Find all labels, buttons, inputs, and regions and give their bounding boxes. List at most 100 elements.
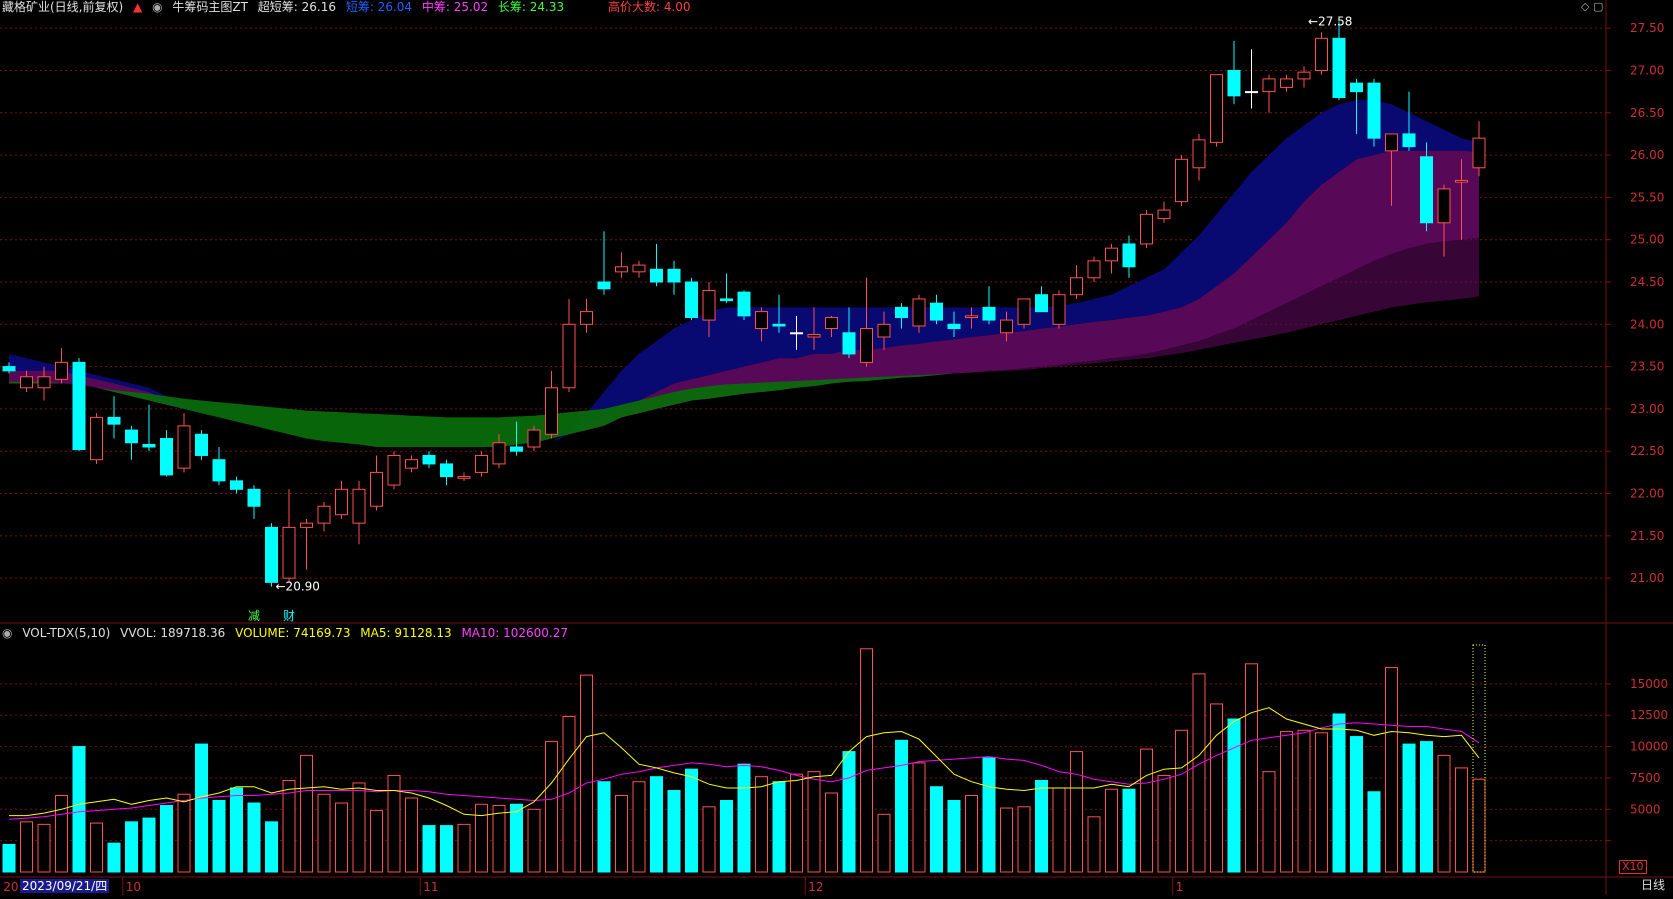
candle bbox=[1297, 66, 1311, 88]
candle bbox=[300, 518, 313, 570]
candle bbox=[475, 451, 488, 477]
volume-bar bbox=[702, 806, 716, 873]
candle-body bbox=[1472, 137, 1486, 169]
candle bbox=[1227, 40, 1241, 105]
volume-bar bbox=[1157, 774, 1171, 873]
collapse-icon[interactable]: ◉ bbox=[2, 626, 12, 640]
candle bbox=[1017, 298, 1031, 329]
candle-body bbox=[807, 333, 821, 338]
volume-bar bbox=[632, 781, 646, 873]
volume-bar bbox=[597, 781, 611, 873]
candle-body bbox=[1297, 71, 1311, 80]
candle bbox=[1035, 286, 1048, 313]
price-tick-label: 27.00 bbox=[1630, 63, 1664, 77]
candle-body bbox=[20, 376, 33, 389]
candle-body bbox=[142, 443, 156, 448]
candle-body bbox=[1210, 74, 1223, 143]
price-tick-label: 26.00 bbox=[1630, 148, 1664, 162]
candle-body bbox=[1192, 139, 1206, 169]
candle-body bbox=[1367, 82, 1381, 139]
candle bbox=[1157, 201, 1171, 223]
volume-bar bbox=[1332, 713, 1346, 873]
volume-bar bbox=[317, 793, 331, 873]
candle-body bbox=[895, 306, 908, 319]
candle bbox=[230, 476, 243, 494]
candle-body bbox=[422, 454, 436, 465]
volume-bar bbox=[212, 800, 226, 873]
candle-body bbox=[1105, 247, 1118, 262]
volume-bar bbox=[772, 781, 786, 873]
candle-body bbox=[317, 505, 331, 524]
volume-header: ◉ VOL-TDX(5,10) VVOL: 189718.36 VOLUME: … bbox=[2, 626, 568, 640]
indicator-name[interactable]: 牛筹码主图ZT bbox=[172, 0, 248, 14]
volume-bar bbox=[1245, 663, 1258, 873]
candle-body bbox=[177, 425, 191, 469]
x-axis-label: 10 bbox=[126, 880, 141, 894]
stock-name[interactable]: 藏格矿业(日线,前复权) bbox=[2, 0, 123, 14]
volume-tick-label: 15000 bbox=[1630, 677, 1668, 691]
volume-bar bbox=[1210, 703, 1223, 873]
volume-bar bbox=[1175, 729, 1188, 873]
volume-bar bbox=[247, 802, 261, 873]
long-value: 长筹: 24.33 bbox=[497, 0, 565, 14]
price-tick-label: 24.00 bbox=[1630, 317, 1664, 331]
candle-body bbox=[475, 454, 488, 473]
volume-bar bbox=[1297, 729, 1311, 873]
volume-bar bbox=[615, 795, 628, 873]
candle-body bbox=[160, 438, 173, 476]
candle-body bbox=[510, 446, 523, 452]
volume-bar bbox=[1472, 778, 1486, 873]
collapse-icon[interactable]: ◉ bbox=[152, 0, 162, 14]
volume-bar bbox=[492, 805, 506, 873]
volume-bar bbox=[1315, 732, 1328, 873]
volume-bar bbox=[160, 805, 173, 873]
volume-bar bbox=[1350, 736, 1363, 873]
candle-body bbox=[107, 416, 121, 425]
volume-bar bbox=[230, 787, 243, 873]
candle-body bbox=[1245, 91, 1258, 94]
candle-body bbox=[1070, 277, 1083, 296]
candle bbox=[195, 430, 208, 460]
volume-bar bbox=[1140, 748, 1153, 873]
candle-body bbox=[1402, 133, 1416, 148]
price-tick-label: 25.50 bbox=[1630, 190, 1664, 204]
candle bbox=[615, 252, 628, 278]
candle-body bbox=[282, 526, 296, 579]
candle-body bbox=[300, 522, 313, 528]
candle-body bbox=[562, 323, 576, 389]
candle bbox=[125, 425, 138, 460]
candle bbox=[387, 451, 401, 490]
candle bbox=[352, 480, 366, 545]
volume-bar bbox=[142, 817, 156, 873]
candle bbox=[1280, 74, 1293, 92]
chart-svg[interactable]: 21.00 21.50 22.00 22.50 23.00 23.50 24.00 24.50… bbox=[0, 0, 1673, 895]
candle-body bbox=[72, 361, 86, 451]
main-chart-header: 藏格矿业(日线,前复权) ▲ ◉ 牛筹码主图ZT 超短筹: 26.16 短筹: … bbox=[2, 0, 691, 14]
maximize-icon[interactable]: ▢ bbox=[1593, 0, 1603, 13]
volume-bar bbox=[947, 800, 961, 873]
period-label[interactable]: 日线 bbox=[1641, 876, 1665, 893]
candle-body bbox=[1420, 156, 1433, 224]
candle bbox=[1472, 121, 1486, 177]
volume-indicator-name[interactable]: VOL-TDX(5,10) bbox=[22, 626, 110, 640]
candle-body bbox=[965, 315, 978, 319]
candle-body bbox=[230, 480, 243, 490]
volume-bar bbox=[1070, 751, 1083, 873]
diamond-icon[interactable]: ◇ bbox=[1581, 0, 1589, 13]
candle bbox=[580, 298, 593, 333]
super-short-value: 超短筹: 26.16 bbox=[257, 0, 336, 14]
volume-bar bbox=[842, 751, 856, 873]
volume-bar bbox=[2, 843, 16, 873]
volume-bar bbox=[1385, 667, 1398, 873]
candle bbox=[212, 447, 226, 486]
volume-bar bbox=[440, 825, 453, 873]
candle-body bbox=[545, 387, 558, 435]
candle-body bbox=[720, 298, 733, 302]
volume-bar bbox=[930, 786, 943, 873]
volume-bar bbox=[877, 813, 891, 873]
candle bbox=[282, 489, 296, 583]
candle-body bbox=[90, 416, 103, 461]
candle-body bbox=[1315, 37, 1328, 71]
volume-bar bbox=[755, 776, 768, 873]
volume-bar bbox=[1437, 754, 1451, 873]
